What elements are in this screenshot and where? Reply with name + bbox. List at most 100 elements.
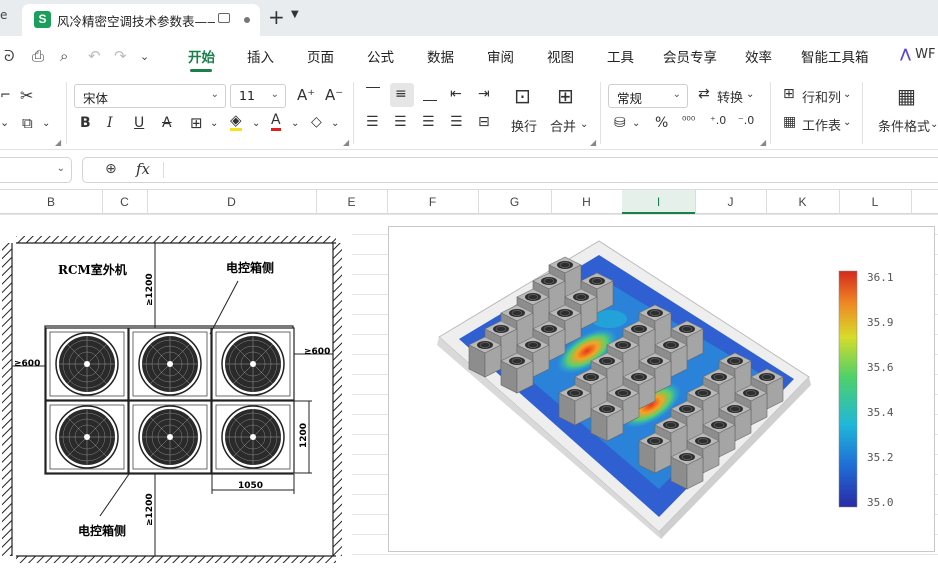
fill-color-dropdown-icon[interactable]: ⌄ (252, 118, 260, 129)
conditional-format-icon[interactable]: ▦ (897, 84, 916, 108)
temperature-simulation-image[interactable]: 36.1 35.9 35.6 35.4 35.2 35.0 (388, 226, 935, 552)
worksheet-dropdown-icon[interactable]: ⌄ (843, 117, 851, 128)
italic-icon[interactable]: I (107, 115, 113, 131)
font-color-dropdown-icon[interactable]: ⌄ (291, 118, 299, 129)
column-header-b[interactable]: B (0, 190, 102, 214)
quick-access-dropdown-icon[interactable]: ⌄ (140, 50, 149, 63)
name-box[interactable]: ⌄ (0, 157, 72, 183)
merge-cells-icon[interactable]: ⊞ (557, 84, 574, 108)
column-header-f[interactable]: F (387, 190, 478, 214)
previous-tab[interactable]: e (0, 8, 7, 22)
thousands-separator-icon[interactable]: ⁰⁰⁰ (682, 114, 695, 127)
menu-smart-toolbox[interactable]: 智能工具箱 (801, 46, 869, 66)
convert-button[interactable]: 转换 (717, 87, 743, 106)
column-header-i[interactable]: I (622, 190, 695, 214)
strikethrough-icon[interactable]: A (162, 115, 172, 131)
currency-icon[interactable]: ⛁ (614, 115, 626, 131)
align-left-icon[interactable]: ☰ (366, 114, 379, 130)
wrap-text-icon[interactable]: ⊡ (514, 84, 531, 108)
column-header-g[interactable]: G (478, 190, 551, 214)
decrease-font-icon[interactable]: A⁻ (325, 86, 343, 104)
distributed-icon[interactable]: ⊟ (478, 114, 490, 130)
clear-format-icon[interactable]: ◇ (311, 114, 322, 130)
column-header-d[interactable]: D (147, 190, 316, 214)
column-header-h[interactable]: H (551, 190, 622, 214)
column-header-e[interactable]: E (316, 190, 387, 214)
menu-formula[interactable]: 公式 (367, 46, 394, 66)
wps-ai-button[interactable]: ⋀ WF (900, 47, 935, 62)
layout-drawing-image[interactable]: RCM室外机 电控箱侧 电控箱侧 ≥600 ≥600 ≥1200 ≥1200 1… (0, 226, 352, 574)
fill-color-icon[interactable]: ◈ (230, 113, 242, 131)
active-document-tab[interactable]: S 风冷精密空调技术参数表—— (22, 4, 260, 36)
column-header-k[interactable]: K (766, 190, 839, 214)
menu-tools[interactable]: 工具 (607, 46, 634, 66)
align-right-icon[interactable]: ☰ (422, 114, 435, 130)
zoom-search-icon[interactable]: ⊕ (105, 161, 117, 177)
percent-icon[interactable]: % (655, 115, 668, 131)
menu-efficiency[interactable]: 效率 (745, 46, 772, 66)
decrease-decimal-icon[interactable]: ⁻.0 (738, 114, 754, 127)
align-bottom-icon[interactable]: ⎽ (423, 86, 437, 102)
merge-cells-button[interactable]: 合并 (550, 116, 576, 135)
menu-review[interactable]: 审阅 (487, 46, 514, 66)
unsaved-dot-icon[interactable] (244, 17, 250, 23)
copy-dropdown-icon[interactable]: ⌄ (42, 118, 50, 129)
decrease-indent-icon[interactable]: ⇤ (450, 86, 462, 102)
clear-dropdown-icon[interactable]: ⌄ (331, 118, 339, 129)
rows-cols-icon[interactable]: ⊞ (783, 86, 795, 102)
column-header-j[interactable]: J (695, 190, 766, 214)
clipboard-launcher-icon[interactable]: ◢ (55, 138, 61, 147)
column-header-l[interactable]: L (839, 190, 911, 214)
font-size-select[interactable]: 11 ⌄ (230, 84, 286, 108)
format-painter-icon[interactable]: ᘒ (4, 47, 15, 65)
borders-dropdown-icon[interactable]: ⌄ (210, 118, 218, 129)
conditional-format-button[interactable]: 条件格式 (878, 116, 930, 135)
font-name-select[interactable]: 宋体 ⌄ (74, 84, 226, 108)
menu-member[interactable]: 会员专享 (663, 46, 717, 66)
font-launcher-icon[interactable]: ◢ (343, 138, 349, 147)
worksheet-button[interactable]: 工作表 (802, 115, 841, 134)
paste-dropdown-icon[interactable]: ⌄ (0, 116, 9, 129)
menu-page[interactable]: 页面 (307, 46, 334, 66)
increase-font-icon[interactable]: A⁺ (297, 86, 315, 104)
increase-indent-icon[interactable]: ⇥ (478, 86, 490, 102)
convert-icon[interactable]: ⇄ (698, 86, 710, 102)
bold-icon[interactable]: B (80, 115, 91, 131)
convert-dropdown-icon[interactable]: ⌄ (746, 89, 754, 100)
align-top-icon[interactable]: ⎺ (366, 86, 380, 102)
redo-icon[interactable]: ↷ (114, 47, 127, 65)
justify-icon[interactable]: ☰ (450, 114, 463, 130)
conditional-format-dropdown-icon[interactable]: ⌄ (930, 119, 938, 130)
worksheet-icon[interactable]: ▦ (783, 114, 796, 130)
borders-icon[interactable]: ⊞ (190, 114, 203, 132)
underline-icon[interactable]: U (134, 115, 144, 131)
alignment-launcher-icon[interactable]: ◢ (590, 138, 596, 147)
print-icon[interactable]: ⎙ (32, 47, 44, 65)
insert-function-icon[interactable]: fx (136, 160, 150, 178)
align-center-icon[interactable]: ☰ (394, 114, 407, 130)
menu-data[interactable]: 数据 (427, 46, 454, 66)
currency-dropdown-icon[interactable]: ⌄ (632, 118, 640, 129)
number-launcher-icon[interactable]: ◢ (760, 138, 766, 147)
print-preview-icon[interactable]: ⌕ (60, 47, 68, 65)
wrap-text-button[interactable]: 换行 (511, 116, 537, 135)
increase-decimal-icon[interactable]: ⁺.0 (710, 114, 726, 127)
menu-insert[interactable]: 插入 (247, 46, 274, 66)
merge-dropdown-icon[interactable]: ⌄ (580, 119, 588, 130)
column-header-c[interactable]: C (102, 190, 147, 214)
font-color-icon[interactable]: A (271, 113, 281, 131)
menu-home[interactable]: 开始 (188, 46, 215, 66)
monitor-icon[interactable] (218, 13, 230, 23)
rows-cols-dropdown-icon[interactable]: ⌄ (843, 89, 851, 100)
menu-view[interactable]: 视图 (547, 46, 574, 66)
cut-icon[interactable]: ✂ (20, 86, 33, 105)
new-tab-button[interactable]: + (268, 5, 285, 29)
paste-fragment-icon[interactable]: ⌐ (0, 88, 11, 103)
undo-icon[interactable]: ↶ (88, 47, 101, 65)
formula-input-area[interactable]: ⊕ fx (82, 157, 938, 183)
copy-icon[interactable]: ⧉ (22, 114, 33, 132)
tab-menu-chevron-icon[interactable]: ▼ (291, 9, 299, 20)
rows-cols-button[interactable]: 行和列 (802, 87, 841, 106)
number-format-select[interactable]: 常规 ⌄ (608, 84, 688, 108)
align-middle-icon[interactable]: ≡ (395, 86, 407, 102)
